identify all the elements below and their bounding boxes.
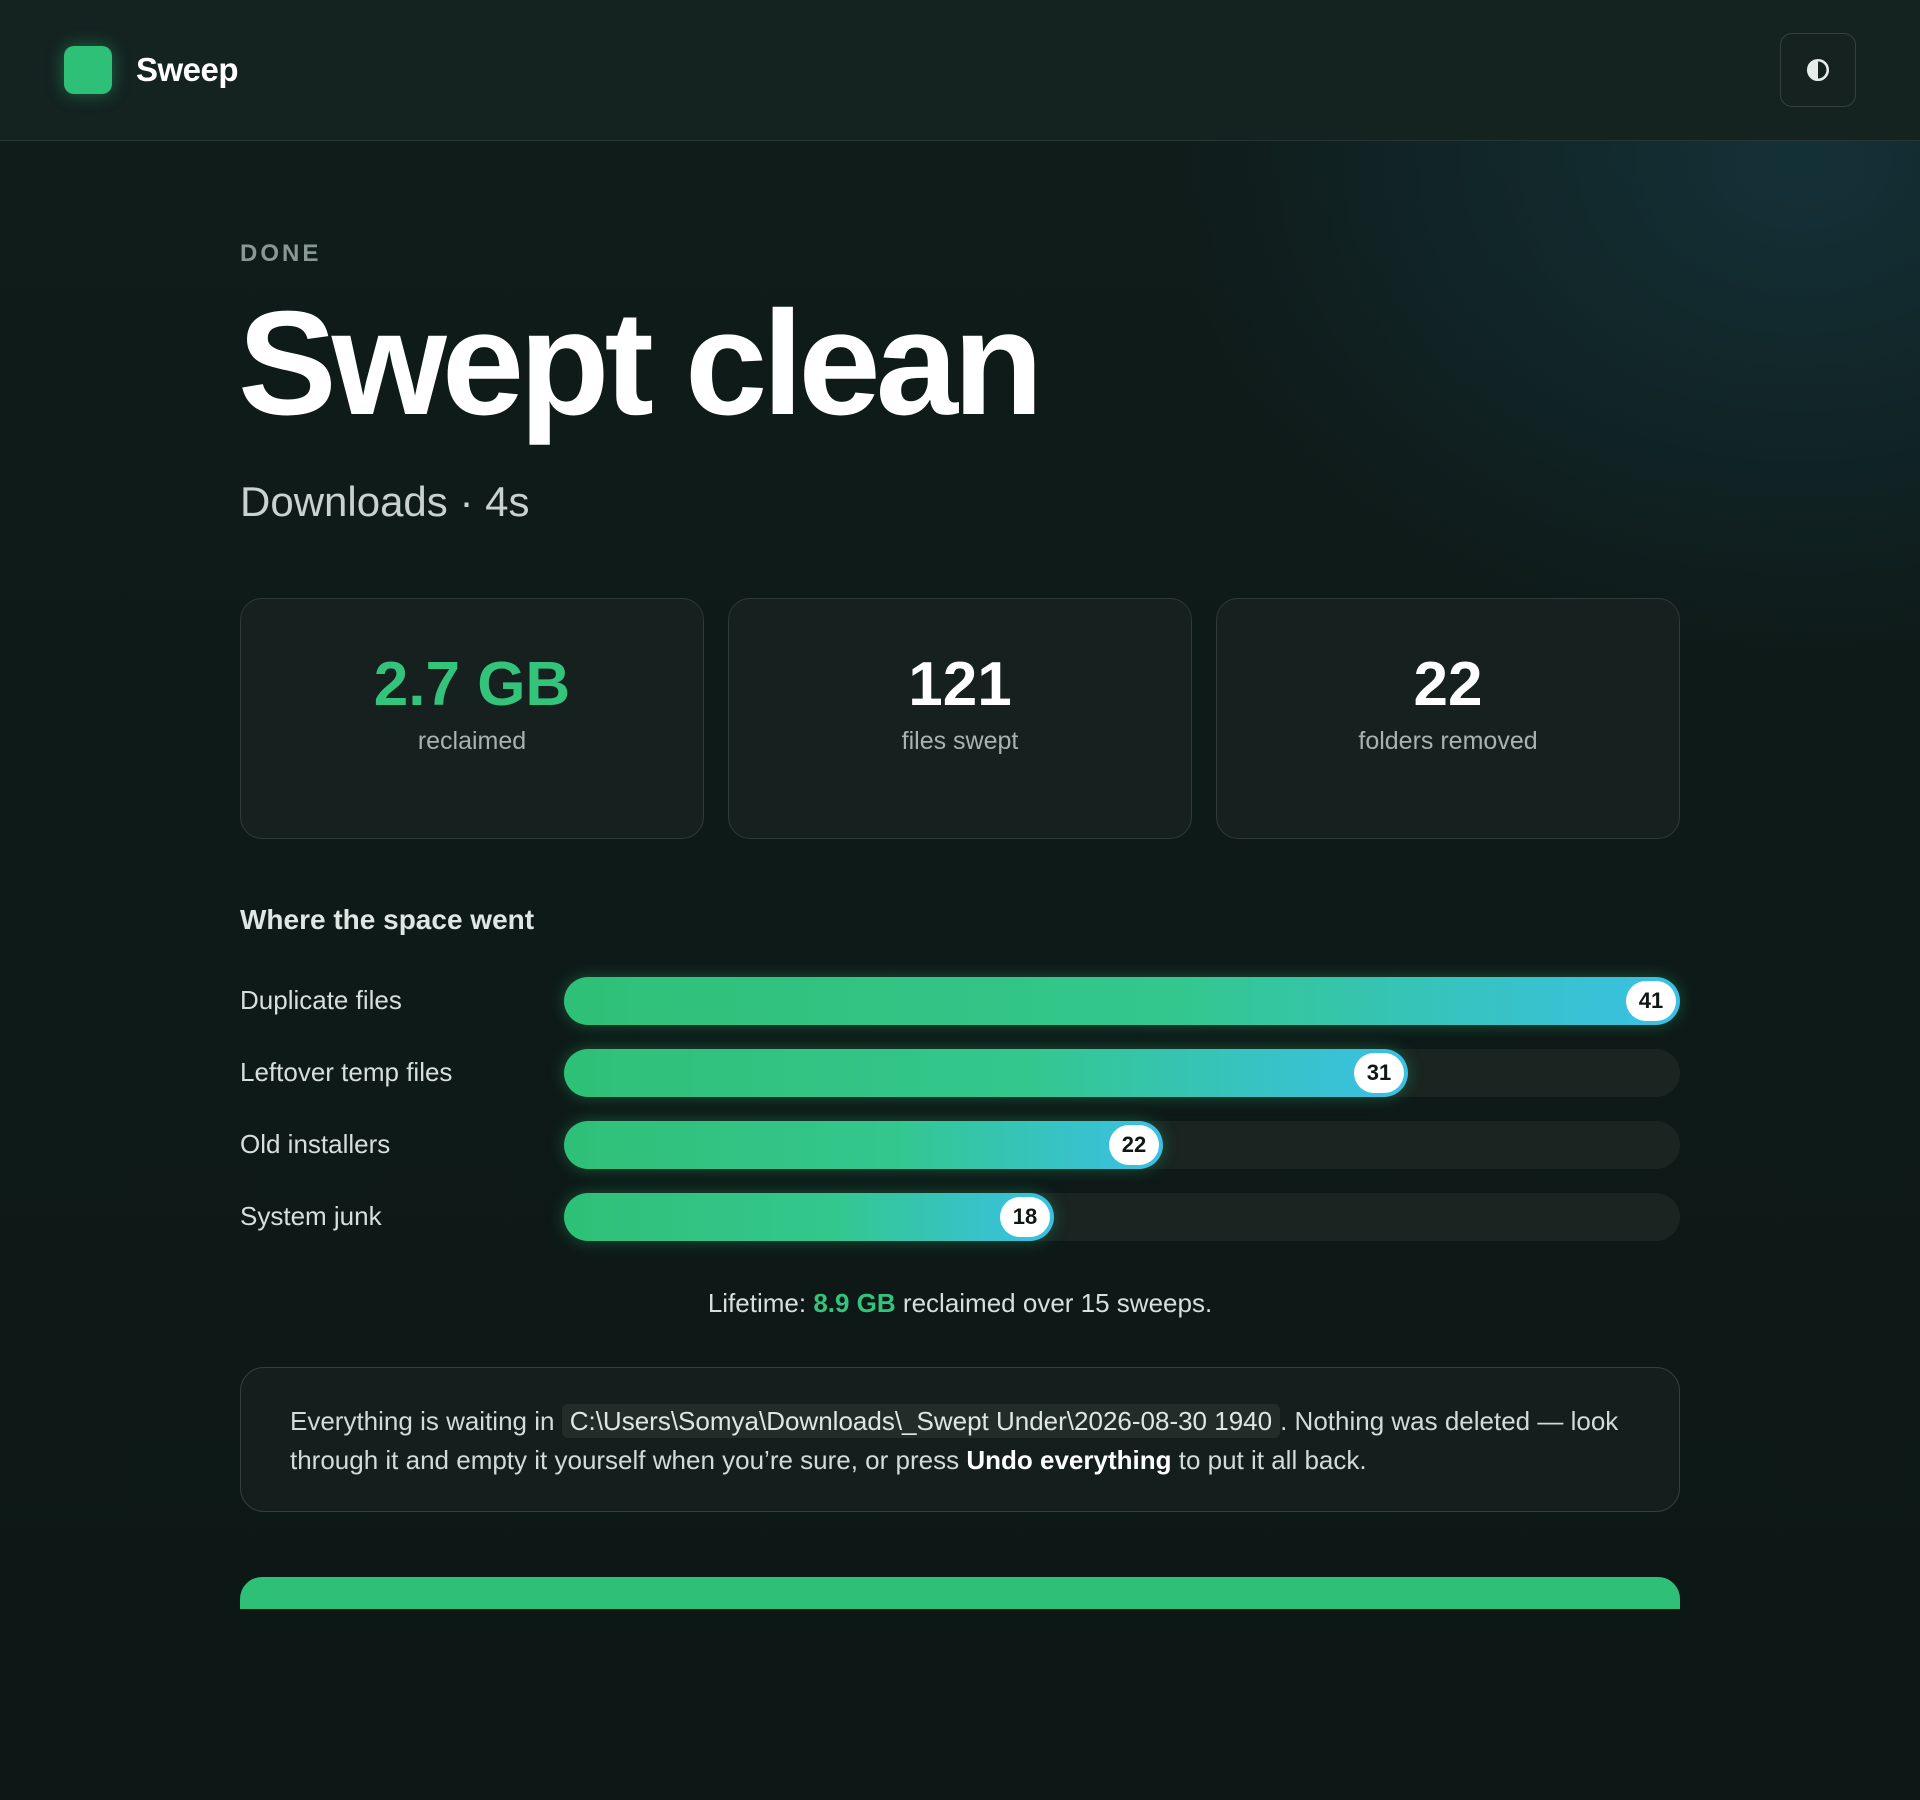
stat-value: 22 [1413,650,1483,719]
breakdown-count-badge: 31 [1354,1053,1404,1093]
breakdown-label: System junk [240,1201,382,1231]
lifetime-summary: Lifetime: 8.9 GB reclaimed over 15 sweep… [240,1288,1680,1319]
app-name: Sweep [136,51,239,88]
app-logo-icon [64,46,112,94]
page-title: Swept clean [238,281,1043,446]
breakdown-label: Duplicate files [240,985,402,1015]
stat-value: 2.7 GB [373,650,571,719]
contrast-icon [1806,58,1830,82]
primary-action-button[interactable] [240,1577,1680,1609]
stat-card-folders-removed: 22 folders removed [1216,598,1680,839]
breakdown-count-badge: 22 [1109,1125,1159,1165]
lifetime-amount: 8.9 GB [813,1288,896,1318]
breakdown-bar: 22 [564,1121,1163,1169]
swept-folder-path[interactable]: C:\Users\Somya\Downloads\_Swept Under\20… [561,1404,1281,1438]
breakdown-track: 41 [564,977,1680,1025]
lifetime-suffix: reclaimed over 15 sweeps. [902,1288,1213,1318]
stat-card-reclaimed: 2.7 GB reclaimed [240,598,704,839]
top-bar: Sweep [0,0,1920,141]
stat-label: files swept [901,727,1019,756]
stat-label: folders removed [1358,727,1538,756]
lifetime-prefix: Lifetime: [707,1288,807,1318]
page-subtitle: Downloads · 4s [240,478,530,525]
breakdown-label: Old installers [240,1129,391,1159]
breakdown-row-duplicate-files: Duplicate files 41 [240,977,1680,1025]
swept-under-note: Everything is waiting in C:\Users\Somya\… [240,1367,1680,1512]
breakdown-bar: 31 [564,1049,1408,1097]
breakdown-track: 18 [564,1193,1680,1241]
breakdown-track: 31 [564,1049,1680,1097]
undo-reference: Undo everything [966,1445,1172,1475]
stat-label: reclaimed [417,727,527,756]
breakdown-title: Where the space went [240,904,535,935]
breakdown-count-badge: 18 [1000,1197,1050,1237]
breakdown-track: 22 [564,1121,1680,1169]
stat-value: 121 [908,650,1012,719]
status-eyebrow: DONE [240,240,322,267]
breakdown-label: Leftover temp files [240,1057,453,1087]
theme-toggle-button[interactable] [1780,33,1856,107]
note-text-start: Everything is waiting in [290,1406,555,1436]
breakdown-row-temp-files: Leftover temp files 31 [240,1049,1680,1097]
stat-card-files-swept: 121 files swept [728,598,1192,839]
breakdown-bar: 41 [564,977,1680,1025]
breakdown-count-badge: 41 [1626,981,1676,1021]
note-text-end: to put it all back. [1178,1445,1367,1475]
breakdown-row-old-installers: Old installers 22 [240,1121,1680,1169]
breakdown-bar: 18 [564,1193,1054,1241]
breakdown-row-system-junk: System junk 18 [240,1193,1680,1241]
